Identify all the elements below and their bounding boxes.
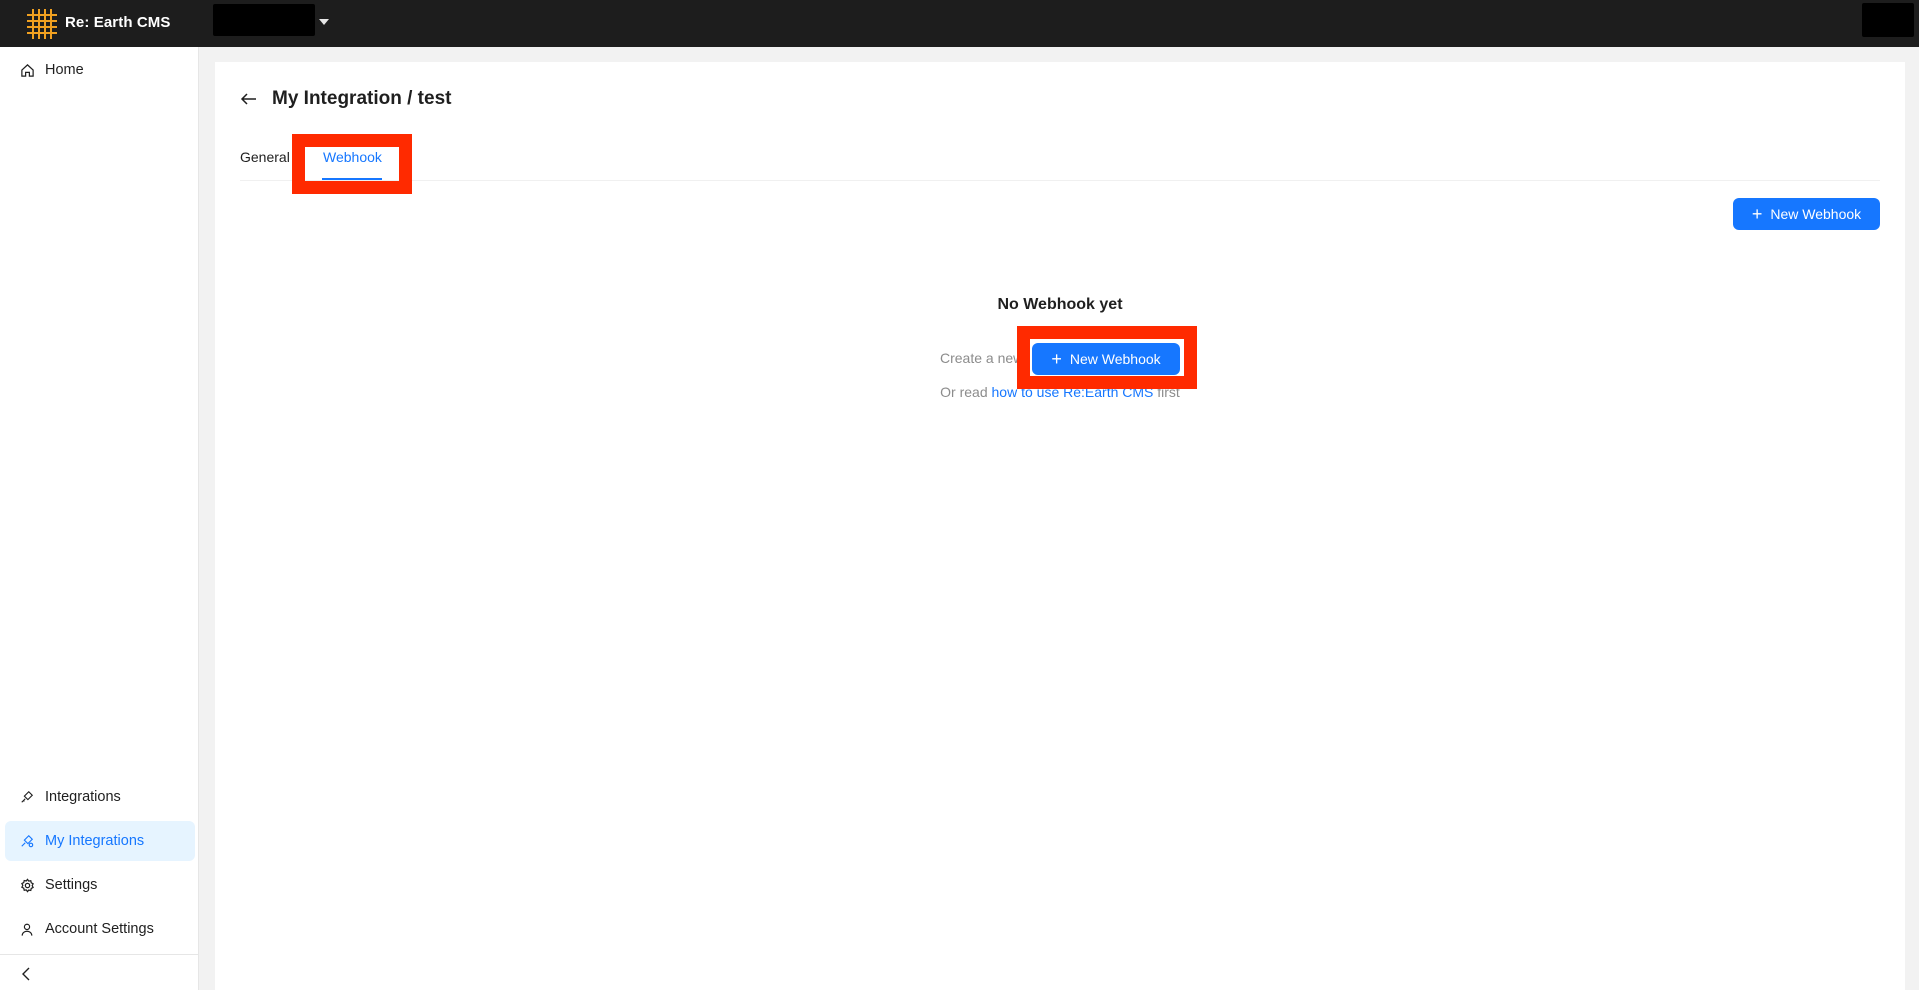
sidebar-item-label: Settings — [45, 877, 98, 893]
sidebar-item-label: My Integrations — [45, 833, 145, 849]
sidebar: Home Integrations My Integrations Settin… — [0, 47, 199, 990]
top-bar: Re: Earth CMS — [0, 0, 1919, 47]
caret-down-icon[interactable] — [319, 19, 329, 25]
new-webhook-label: New Webhook — [1770, 206, 1862, 222]
read-prefix: Or read — [940, 384, 988, 400]
sidebar-item-label: Integrations — [45, 789, 121, 805]
chevron-left-icon[interactable] — [18, 964, 34, 984]
tabs-divider — [240, 180, 1880, 181]
main-content: My Integration / test General Webhook + … — [215, 62, 1905, 990]
my-integration-icon — [19, 833, 35, 849]
highlight-box-tab — [292, 134, 412, 194]
sidebar-item-integrations[interactable]: Integrations — [5, 777, 195, 817]
empty-state-create-text: Create a new — [940, 350, 1024, 366]
page-title: My Integration / test — [272, 88, 452, 109]
sidebar-item-home[interactable]: Home — [5, 50, 195, 90]
brand-name: Re: Earth CMS — [65, 14, 171, 31]
sidebar-item-label: Account Settings — [45, 921, 154, 937]
sidebar-item-account-settings[interactable]: Account Settings — [5, 909, 195, 949]
sidebar-item-settings[interactable]: Settings — [5, 865, 195, 905]
arrow-left-icon[interactable] — [240, 90, 258, 108]
logo-icon[interactable] — [24, 7, 58, 41]
plus-icon: + — [1751, 204, 1763, 224]
highlight-box-button — [1017, 326, 1197, 389]
tab-general[interactable]: General — [240, 149, 290, 165]
integration-icon — [19, 789, 35, 805]
sidebar-divider — [0, 954, 199, 955]
sidebar-item-my-integrations[interactable]: My Integrations — [5, 821, 195, 861]
user-menu[interactable] — [1862, 3, 1914, 37]
home-icon — [19, 62, 35, 78]
sidebar-item-label: Home — [45, 62, 84, 78]
gear-icon — [19, 877, 35, 893]
new-webhook-button[interactable]: + New Webhook — [1733, 198, 1880, 230]
workspace-select[interactable] — [213, 4, 315, 36]
empty-state-title: No Webhook yet — [997, 296, 1123, 313]
user-icon — [19, 921, 35, 937]
